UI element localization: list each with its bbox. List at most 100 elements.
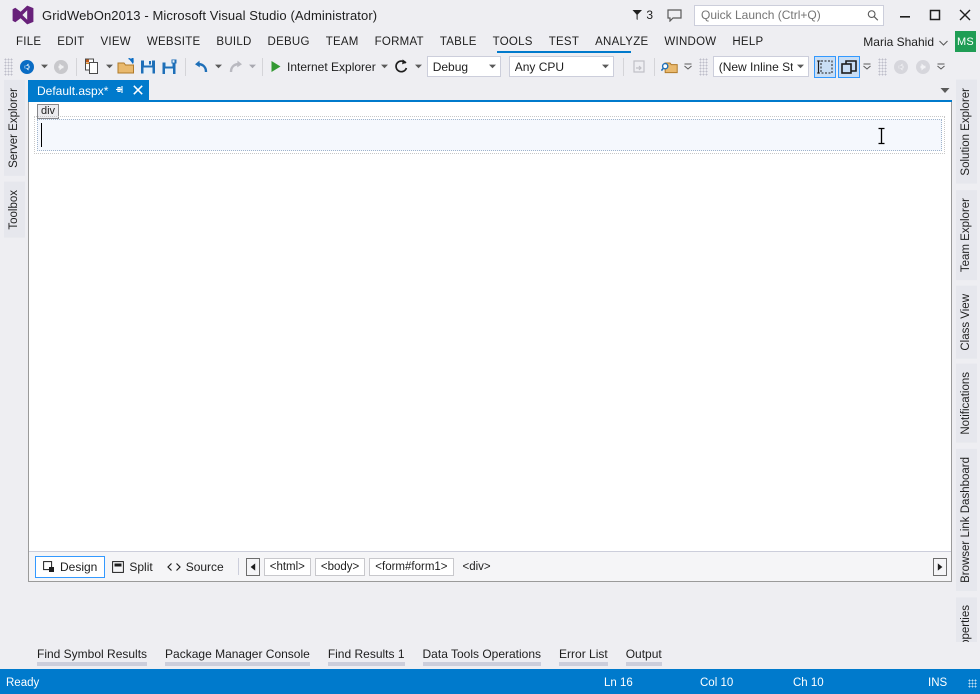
menu-view[interactable]: VIEW — [93, 33, 139, 51]
toolbar-separator — [76, 57, 77, 76]
notifications-indicator[interactable]: 3 — [632, 8, 653, 22]
refresh-icon[interactable] — [391, 56, 413, 78]
find-overflow-chevron-icon[interactable] — [681, 56, 695, 78]
toolbar-overflow-chevron-icon[interactable] — [934, 56, 948, 78]
tab-output[interactable]: Output — [617, 642, 671, 666]
sidebar-item-notifications[interactable]: Notifications — [956, 364, 977, 444]
start-debug-button[interactable]: Internet Explorer — [267, 56, 379, 78]
menu-tools[interactable]: TOOLS — [485, 33, 541, 51]
redo-dropdown-icon[interactable] — [246, 56, 258, 78]
menu-analyze[interactable]: ANALYZE — [587, 33, 656, 51]
user-name: Maria Shahid — [863, 34, 934, 49]
style-overflow-chevron-icon[interactable] — [860, 56, 874, 78]
style-combo[interactable]: (New Inline Style — [712, 56, 809, 77]
close-icon[interactable] — [133, 84, 144, 98]
breadcrumb-scroll-left-button[interactable] — [245, 557, 260, 576]
maximize-icon[interactable] — [920, 0, 950, 30]
chevron-down-icon[interactable] — [598, 64, 613, 69]
navigate-back-dropdown-icon[interactable] — [38, 56, 50, 78]
navigate-forward-icon[interactable] — [50, 56, 72, 78]
style-value: (New Inline Style — [718, 59, 793, 74]
avatar[interactable]: MS — [955, 31, 976, 52]
chevron-down-icon[interactable] — [940, 81, 950, 99]
menu-edit[interactable]: EDIT — [49, 33, 92, 51]
quick-launch-box[interactable] — [694, 4, 884, 26]
menu-build[interactable]: BUILD — [208, 33, 259, 51]
toolbar-separator — [622, 57, 624, 76]
quick-launch-input[interactable] — [701, 6, 867, 24]
breadcrumb-div[interactable]: <div> — [458, 559, 496, 575]
save-icon[interactable] — [137, 56, 159, 78]
circle-left-arrow-icon[interactable] — [890, 56, 912, 78]
new-item-dropdown-icon[interactable] — [103, 56, 115, 78]
pin-icon[interactable] — [115, 84, 126, 98]
sidebar-item-team-explorer[interactable]: Team Explorer — [956, 189, 977, 280]
sidebar-item-browser-link-dashboard[interactable]: Browser Link Dashboard — [956, 449, 977, 591]
redo-icon[interactable] — [224, 56, 246, 78]
tab-package-manager-console[interactable]: Package Manager Console — [156, 642, 319, 666]
breadcrumb-form[interactable]: <form#form1> — [369, 557, 454, 576]
chevron-down-icon[interactable] — [939, 33, 948, 51]
tab-error-list[interactable]: Error List — [550, 642, 617, 666]
configuration-combo[interactable]: Debug — [426, 56, 501, 77]
find-in-files-icon[interactable] — [659, 56, 681, 78]
toolbar-grip[interactable] — [4, 57, 13, 76]
split-view-label: Split — [129, 559, 153, 574]
breadcrumb-body[interactable]: <body> — [314, 557, 366, 576]
refresh-dropdown-icon[interactable] — [413, 56, 425, 78]
sidebar-item-server-explorer[interactable]: Server Explorer — [4, 80, 25, 176]
toolbar-grip[interactable] — [698, 57, 708, 76]
chevron-down-icon[interactable] — [485, 64, 500, 69]
undo-icon[interactable] — [190, 56, 212, 78]
menu-window[interactable]: WINDOW — [656, 33, 724, 51]
resize-grip[interactable] — [968, 678, 977, 688]
menu-help[interactable]: HELP — [724, 33, 771, 51]
chevron-down-icon[interactable] — [793, 64, 808, 69]
design-view-button[interactable]: Design — [35, 555, 106, 578]
design-surface[interactable]: div Design Split Source <html> <body> <f… — [28, 102, 952, 582]
tab-list-dropdown[interactable] — [940, 81, 950, 99]
minimize-icon[interactable] — [890, 0, 920, 30]
close-icon[interactable] — [950, 0, 980, 30]
document-tab-default-aspx[interactable]: Default.aspx* — [28, 80, 150, 102]
sidebar-item-toolbox[interactable]: Toolbox — [4, 181, 25, 238]
menu-format[interactable]: FORMAT — [367, 33, 432, 51]
feedback-balloon-icon[interactable] — [667, 8, 682, 22]
tab-find-symbol-results[interactable]: Find Symbol Results — [28, 642, 156, 666]
tab-indicator — [559, 662, 608, 666]
source-view-button[interactable]: Source — [160, 557, 231, 577]
split-view-button[interactable]: Split — [105, 557, 159, 577]
start-debug-dropdown-icon[interactable] — [379, 56, 391, 78]
menu-debug[interactable]: DEBUG — [260, 33, 318, 51]
breadcrumb-scroll-right-button[interactable] — [933, 557, 947, 576]
step-into-icon[interactable] — [628, 56, 650, 78]
play-triangle-icon — [271, 61, 281, 72]
window-controls — [890, 0, 980, 30]
open-file-icon[interactable] — [115, 56, 137, 78]
menu-table[interactable]: TABLE — [432, 33, 485, 51]
menu-file[interactable]: FILE — [8, 33, 49, 51]
user-account-area[interactable]: Maria Shahid MS — [863, 31, 980, 52]
menu-website[interactable]: WEBSITE — [139, 33, 209, 51]
circle-right-arrow-icon[interactable] — [912, 56, 934, 78]
menu-test[interactable]: TEST — [541, 33, 587, 51]
sidebar-item-class-view[interactable]: Class View — [956, 285, 977, 359]
tab-find-results-1[interactable]: Find Results 1 — [319, 642, 414, 666]
div-element-region[interactable] — [34, 116, 945, 154]
expand-recess-icon[interactable] — [837, 55, 860, 78]
platform-combo[interactable]: Any CPU — [508, 56, 614, 77]
status-message: Ready — [6, 677, 40, 689]
tag-badge-div[interactable]: div — [37, 104, 60, 119]
save-all-icon[interactable] — [159, 56, 181, 78]
tab-data-tools-operations[interactable]: Data Tools Operations — [414, 642, 551, 666]
document-tab-label: Default.aspx* — [37, 84, 109, 98]
breadcrumb-html[interactable]: <html> — [263, 557, 311, 576]
text-ibeam-cursor — [877, 127, 886, 150]
new-item-icon[interactable] — [81, 56, 103, 78]
menu-team[interactable]: TEAM — [318, 33, 367, 51]
undo-dropdown-icon[interactable] — [212, 56, 224, 78]
sidebar-item-solution-explorer[interactable]: Solution Explorer — [956, 80, 977, 184]
select-tag-icon[interactable] — [813, 55, 836, 78]
navigate-back-icon[interactable] — [16, 56, 38, 78]
toolbar-grip[interactable] — [877, 57, 887, 76]
